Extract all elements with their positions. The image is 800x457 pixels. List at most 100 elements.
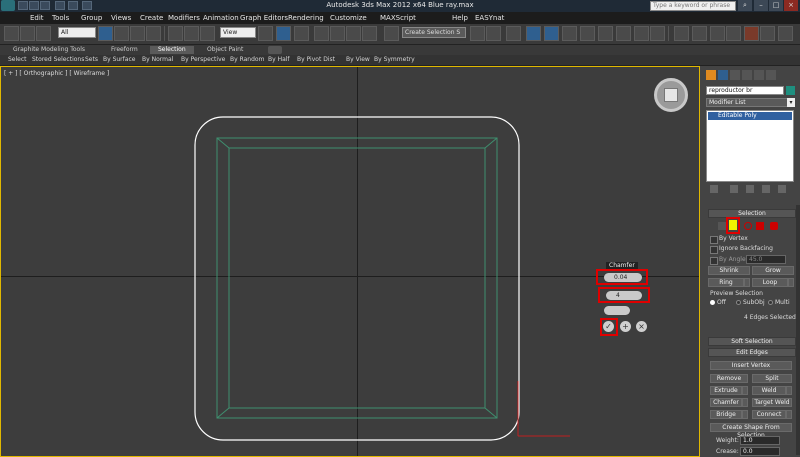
element-mode-icon[interactable]: [770, 222, 778, 230]
maximize-icon[interactable]: □: [769, 0, 783, 11]
scene-explorer-icon[interactable]: [674, 26, 689, 41]
ribbon-item-by-pivot-dist[interactable]: By Pivot Dist: [297, 56, 335, 63]
utilities-tab-icon[interactable]: [766, 70, 776, 80]
ribbon-tab-selection[interactable]: Selection: [150, 46, 194, 54]
render-icon[interactable]: [710, 26, 725, 41]
angle-snap-icon[interactable]: [330, 26, 345, 41]
select-manipulate-icon[interactable]: [276, 26, 291, 41]
hierarchy-tab-icon[interactable]: [730, 70, 740, 80]
ring-button[interactable]: Ring: [708, 278, 744, 287]
extrude-button[interactable]: Extrude: [710, 386, 742, 395]
menu-item-customize[interactable]: Customize: [330, 14, 367, 22]
show-end-result-icon[interactable]: [730, 185, 738, 193]
close-icon[interactable]: ×: [784, 0, 798, 11]
rendered-frame-window-icon[interactable]: [616, 26, 631, 41]
command-panel-scrollbar[interactable]: [796, 205, 800, 455]
pin-stack-icon[interactable]: [710, 185, 718, 193]
teapot-render-icon[interactable]: [650, 26, 665, 41]
display-tab-icon[interactable]: [754, 70, 764, 80]
make-unique-icon[interactable]: [746, 185, 754, 193]
preferences-icon[interactable]: [778, 26, 793, 41]
loop-button[interactable]: Loop: [752, 278, 788, 287]
modifier-list-dropdown[interactable]: Modifier List: [706, 98, 788, 107]
loop-spinner[interactable]: [788, 278, 794, 287]
layer-explorer-icon[interactable]: [692, 26, 707, 41]
extrude-settings-button[interactable]: [742, 386, 748, 395]
connect-settings-button[interactable]: [786, 410, 792, 419]
weight-spinner[interactable]: 1.0: [740, 436, 780, 445]
object-color-swatch[interactable]: [786, 86, 795, 95]
align-icon[interactable]: [486, 26, 501, 41]
by-angle-checkbox[interactable]: [710, 257, 718, 265]
render-setup-icon[interactable]: [598, 26, 613, 41]
spinner-snap-icon[interactable]: [362, 26, 377, 41]
edit-named-selections-icon[interactable]: [384, 26, 399, 41]
ribbon-item-by-half[interactable]: By Half: [268, 56, 290, 63]
search-binoculars-icon[interactable]: ⌕: [738, 0, 752, 11]
ribbon-item-by-symmetry[interactable]: By Symmetry: [374, 56, 415, 63]
chevron-down-icon[interactable]: ▾: [787, 98, 795, 107]
grow-button[interactable]: Grow: [752, 266, 794, 275]
select-object-icon[interactable]: [98, 26, 113, 41]
open-icon[interactable]: [29, 1, 39, 10]
menu-item-tools[interactable]: Tools: [52, 14, 69, 22]
soft-selection-rollout-header[interactable]: Soft Selection: [708, 337, 796, 346]
menu-item-edit[interactable]: Edit: [30, 14, 44, 22]
bridge-button[interactable]: Bridge: [710, 410, 742, 419]
cancel-x-icon[interactable]: ×: [636, 321, 647, 332]
remove-button[interactable]: Remove: [710, 374, 748, 383]
ribbon-minimize-icon[interactable]: [268, 46, 282, 54]
border-mode-icon[interactable]: [744, 222, 752, 230]
vertex-mode-icon[interactable]: [718, 222, 726, 230]
remove-modifier-icon[interactable]: [762, 185, 770, 193]
ribbon-item-by-normal[interactable]: By Normal: [142, 56, 173, 63]
save-icon[interactable]: [40, 1, 50, 10]
ribbon-item-stored-selections[interactable]: Stored Selections: [32, 56, 84, 63]
bridge-settings-button[interactable]: [742, 410, 748, 419]
menu-item-views[interactable]: Views: [111, 14, 131, 22]
modify-tab-icon[interactable]: [718, 70, 728, 80]
apply-plus-icon[interactable]: +: [620, 321, 631, 332]
named-selection-dropdown[interactable]: Create Selection S: [402, 27, 466, 38]
ignore-backfacing-checkbox[interactable]: [710, 246, 718, 254]
weld-settings-button[interactable]: [786, 386, 792, 395]
configure-modifier-sets-icon[interactable]: [778, 185, 786, 193]
menu-item-maxscript[interactable]: MAXScript: [380, 14, 416, 22]
pivot-center-icon[interactable]: [258, 26, 273, 41]
project-folder-icon[interactable]: [82, 1, 92, 10]
material-editor-icon[interactable]: [580, 26, 595, 41]
preview-multi-radio[interactable]: [768, 300, 773, 305]
polygon-mode-icon[interactable]: [756, 222, 764, 230]
minimize-icon[interactable]: –: [754, 0, 768, 11]
ribbon-item-select[interactable]: Select: [8, 56, 27, 63]
target-weld-button[interactable]: Target Weld: [752, 398, 792, 407]
ok-check-icon[interactable]: ✓: [603, 321, 614, 332]
ribbon-tab-freeform[interactable]: Freeform: [103, 46, 146, 54]
chamfer-segments-field[interactable]: 4: [606, 291, 642, 300]
snaps-toggle-icon[interactable]: [314, 26, 329, 41]
insert-vertex-button[interactable]: Insert Vertex: [710, 361, 792, 370]
selection-rollout-header[interactable]: Selection: [708, 209, 796, 218]
ribbon-tab-object-paint[interactable]: Object Paint: [199, 46, 251, 54]
object-name-field[interactable]: reproductor br: [706, 86, 784, 95]
ribbon-item-by-view[interactable]: By View: [346, 56, 370, 63]
menu-item-modifiers[interactable]: Modifiers: [168, 14, 200, 22]
edit-edges-rollout-header[interactable]: Edit Edges: [708, 348, 796, 357]
by-angle-spinner[interactable]: 45.0: [746, 255, 786, 264]
ribbon-item-by-random[interactable]: By Random: [230, 56, 264, 63]
render-production-icon[interactable]: [634, 26, 649, 41]
menu-item-easynat[interactable]: EASYnat: [475, 14, 504, 22]
select-by-name-icon[interactable]: [114, 26, 129, 41]
ribbon-tab-graphite-modeling-tools[interactable]: Graphite Modeling Tools: [5, 46, 93, 54]
shrink-button[interactable]: Shrink: [708, 266, 750, 275]
create-shape-button[interactable]: Create Shape From Selection: [710, 423, 792, 439]
selection-filter-dropdown[interactable]: All: [58, 27, 96, 38]
weld-button[interactable]: Weld: [752, 386, 786, 395]
preview-subobj-radio[interactable]: [736, 300, 741, 305]
undo-icon[interactable]: [55, 1, 65, 10]
chamfer-open-toggle[interactable]: [604, 306, 630, 315]
ribbon-item-sets[interactable]: Sets: [85, 56, 98, 63]
layer-manager-icon[interactable]: [506, 26, 521, 41]
schematic-view-icon[interactable]: [562, 26, 577, 41]
bind-space-warp-icon[interactable]: [36, 26, 51, 41]
